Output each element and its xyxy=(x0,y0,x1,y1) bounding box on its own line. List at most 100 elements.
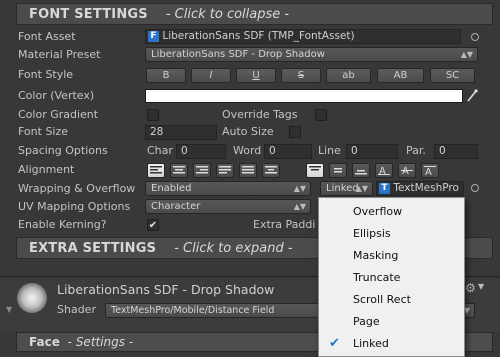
vertex-color-swatch[interactable] xyxy=(145,89,463,103)
material-preset-value: LiberationSans SDF - Drop Shadow xyxy=(151,49,325,60)
color-gradient-label: Color Gradient xyxy=(18,108,99,121)
material-preview-icon xyxy=(17,283,47,313)
wrapping-popup[interactable]: Enabled ▲▼ xyxy=(145,181,311,196)
align-bottom-button[interactable] xyxy=(352,163,370,178)
align-geometry-icon xyxy=(265,166,277,174)
align-justify-button[interactable] xyxy=(216,163,234,178)
color-label: Color (Vertex) xyxy=(18,89,95,102)
overflow-popup[interactable]: Linked ▲▼ xyxy=(320,181,373,196)
align-top-button[interactable] xyxy=(306,163,324,178)
object-picker-icon[interactable] xyxy=(471,184,479,192)
eyedropper-icon[interactable] xyxy=(465,88,479,103)
align-right-icon xyxy=(196,166,208,174)
linked-text-object-value: TextMeshPro xyxy=(393,182,459,194)
linked-text-object-field[interactable]: T TextMeshPro xyxy=(376,181,464,196)
foldout-arrow-icon[interactable]: ▼ xyxy=(6,305,12,314)
align-center-icon xyxy=(173,166,185,174)
extra-padding-label: Extra Paddi xyxy=(253,218,316,231)
menu-item-linked[interactable]: ✔ Linked xyxy=(319,333,464,355)
checkmark-icon: ✔ xyxy=(148,220,158,231)
override-tags-checkbox[interactable] xyxy=(315,109,327,121)
menu-item-label: Scroll Rect xyxy=(353,293,411,306)
popup-arrow-icon: ▲▼ xyxy=(293,184,306,193)
align-baseline-button[interactable]: A xyxy=(375,163,393,178)
align-midline-icon: A xyxy=(401,166,413,176)
gear-icon[interactable]: ⚙ xyxy=(465,281,476,295)
align-middle-button[interactable] xyxy=(329,163,347,178)
overflow-value: Linked xyxy=(326,183,359,194)
paragraph-spacing-label: Par. xyxy=(406,144,426,157)
font-size-label: Font Size xyxy=(18,125,69,138)
menu-item-truncate[interactable]: Truncate xyxy=(319,267,464,289)
kerning-checkbox[interactable]: ✔ xyxy=(147,219,159,231)
align-center-button[interactable] xyxy=(170,163,188,178)
font-settings-hint: - Click to collapse - xyxy=(165,6,290,22)
menu-item-label: Masking xyxy=(353,249,399,262)
char-spacing-input[interactable]: 0 xyxy=(176,144,226,159)
italic-button[interactable]: I xyxy=(191,68,231,83)
align-top-icon xyxy=(309,166,321,171)
gear-dropdown-icon[interactable]: ▼ xyxy=(478,282,484,291)
align-bottom-icon xyxy=(355,170,367,175)
align-flush-icon xyxy=(242,166,254,174)
object-picker-icon[interactable] xyxy=(471,33,479,41)
line-spacing-label: Line xyxy=(318,144,341,157)
align-geometry-center-button[interactable] xyxy=(262,163,280,178)
material-preset-popup[interactable]: LiberationSans SDF - Drop Shadow ▲▼ xyxy=(145,47,478,62)
word-spacing-input[interactable]: 0 xyxy=(264,144,312,159)
font-asset-field[interactable]: F LiberationSans SDF (TMP_FontAsset) xyxy=(145,29,461,44)
menu-item-label: Truncate xyxy=(353,271,401,284)
spacing-options-label: Spacing Options xyxy=(18,144,108,157)
wrapping-overflow-label: Wrapping & Overflow xyxy=(18,182,136,195)
align-left-button[interactable] xyxy=(147,163,165,178)
svg-text:A: A xyxy=(425,167,432,176)
color-gradient-checkbox[interactable] xyxy=(147,109,159,121)
kerning-label: Enable Kerning? xyxy=(18,218,107,231)
line-spacing-input[interactable]: 0 xyxy=(346,144,398,159)
smallcaps-button[interactable]: SC xyxy=(430,68,475,83)
align-justify-icon xyxy=(219,166,231,174)
align-capline-icon: A xyxy=(424,166,436,176)
align-midline-button[interactable]: A xyxy=(398,163,416,178)
font-size-input[interactable]: 28 xyxy=(145,125,217,140)
align-right-button[interactable] xyxy=(193,163,211,178)
popup-arrow-icon: ▲▼ xyxy=(293,202,306,211)
overflow-dropdown-menu: Overflow Ellipsis Masking Truncate Scrol… xyxy=(318,197,465,357)
menu-item-label: Ellipsis xyxy=(353,227,391,240)
material-preset-label: Material Preset xyxy=(18,48,101,61)
extra-settings-hint: - Click to expand - xyxy=(174,240,293,256)
checkmark-icon: ✔ xyxy=(329,336,340,351)
auto-size-checkbox[interactable] xyxy=(289,126,301,138)
paragraph-spacing-input[interactable]: 0 xyxy=(434,144,478,159)
menu-item-overflow[interactable]: Overflow xyxy=(319,201,464,223)
menu-item-masking[interactable]: Masking xyxy=(319,245,464,267)
face-hint: - Settings - xyxy=(67,335,134,349)
popup-arrow-icon: ▲▼ xyxy=(355,184,368,193)
menu-item-page[interactable]: Page xyxy=(319,311,464,333)
extra-settings-title: EXTRA SETTINGS xyxy=(29,240,157,256)
shader-value: TextMeshPro/Mobile/Distance Field xyxy=(111,305,275,316)
align-flush-button[interactable] xyxy=(239,163,257,178)
font-asset-icon: F xyxy=(148,31,159,42)
menu-item-ellipsis[interactable]: Ellipsis xyxy=(319,223,464,245)
uppercase-button[interactable]: AB xyxy=(377,68,424,83)
menu-item-label: Overflow xyxy=(353,205,403,218)
uv-mapping-popup[interactable]: Character ▲▼ xyxy=(145,199,311,214)
underline-button[interactable]: U xyxy=(236,68,276,83)
align-left-icon xyxy=(150,166,162,174)
override-tags-label: Override Tags xyxy=(222,108,298,121)
align-capline-button[interactable]: A xyxy=(421,163,439,178)
font-settings-header[interactable]: FONT SETTINGS - Click to collapse - xyxy=(16,3,493,25)
popup-arrow-icon: ▲▼ xyxy=(460,50,473,59)
lowercase-button[interactable]: ab xyxy=(326,68,371,83)
align-baseline-icon: A xyxy=(378,166,390,176)
menu-item-scroll-rect[interactable]: Scroll Rect xyxy=(319,289,464,311)
word-spacing-label: Word xyxy=(233,144,262,157)
bold-button[interactable]: B xyxy=(146,68,186,83)
face-title: Face xyxy=(29,335,60,349)
menu-item-label: Linked xyxy=(353,337,389,350)
strikethrough-button[interactable]: S xyxy=(281,68,321,83)
wrapping-value: Enabled xyxy=(151,183,192,194)
align-middle-icon xyxy=(334,168,342,173)
font-asset-label: Font Asset xyxy=(18,30,76,43)
